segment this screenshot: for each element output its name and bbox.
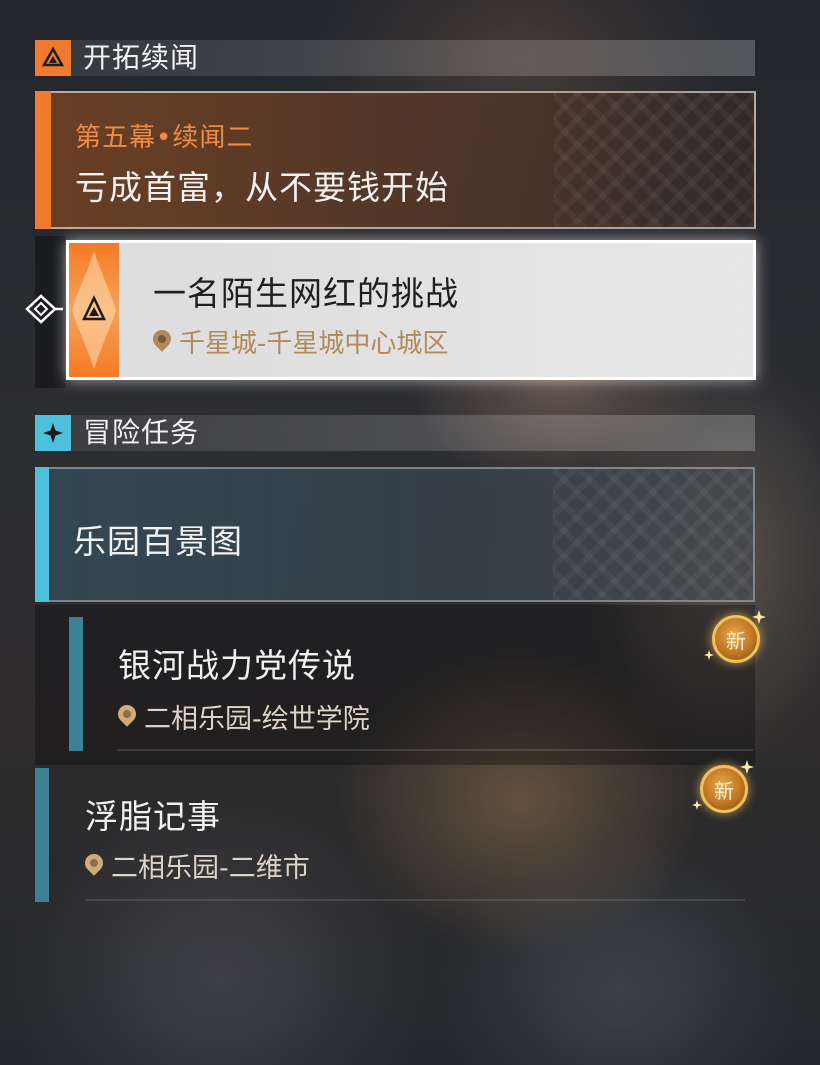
adventure-group-title: 乐园百景图 [73, 522, 243, 561]
adventure-mission-item[interactable]: 银河战力党传说 二相乐园-绘世学院 [35, 605, 755, 765]
selected-mission-location: 千星城-千星城中心城区 [153, 323, 448, 360]
location-pin-icon [118, 705, 136, 729]
mission-title: 银河战力党传说 [118, 646, 356, 685]
chapter-subtitle: 第五幕•续闻二 [75, 123, 254, 153]
mission-accent-bar [69, 617, 83, 751]
selected-mission-card[interactable]: 一名陌生网红的挑战 千星城-千星城中心城区 [66, 240, 756, 380]
chapter-accent-bar [35, 91, 51, 229]
mission-location: 二相乐园-二维市 [85, 846, 310, 885]
adventure-mission-item[interactable]: 浮脂记事 二相乐园-二维市 [35, 768, 755, 902]
four-point-star-icon [35, 415, 71, 451]
triangle-emblem-icon [35, 40, 71, 76]
adventure-section-title: 冒险任务 [83, 416, 200, 449]
chapter-card[interactable]: 第五幕•续闻二 亏成首富，从不要钱开始 [35, 91, 756, 229]
selected-mission-watermark [553, 243, 753, 377]
mission-accent-bar [35, 768, 49, 902]
selected-indicator-icon [25, 294, 65, 328]
new-badge: 新 [712, 615, 760, 663]
mission-title: 浮脂记事 [85, 797, 221, 836]
mission-location-text: 二相乐园-二维市 [111, 853, 310, 884]
chapter-watermark [554, 93, 754, 227]
mission-divider [85, 899, 745, 901]
adventure-group-card[interactable]: 乐园百景图 [35, 467, 755, 602]
mission-location: 二相乐园-绘世学院 [118, 697, 370, 736]
selected-mission-location-text: 千星城-千星城中心城区 [179, 329, 449, 359]
chapter-title: 亏成首富，从不要钱开始 [75, 168, 449, 207]
new-badge: 新 [700, 765, 748, 813]
trailblaze-section-title: 开拓续闻 [83, 41, 200, 74]
trailblaze-mission-icon [69, 243, 119, 377]
selected-mission-title: 一名陌生网红的挑战 [153, 274, 459, 313]
mission-location-text: 二相乐园-绘世学院 [144, 704, 370, 735]
adventure-watermark [553, 469, 753, 600]
location-pin-icon [85, 854, 103, 878]
location-pin-icon [153, 330, 171, 354]
adventure-accent-bar [35, 467, 49, 602]
mission-divider [117, 749, 753, 751]
adventure-section-header: 冒险任务 [35, 415, 755, 451]
trailblaze-section-header: 开拓续闻 [35, 40, 755, 76]
